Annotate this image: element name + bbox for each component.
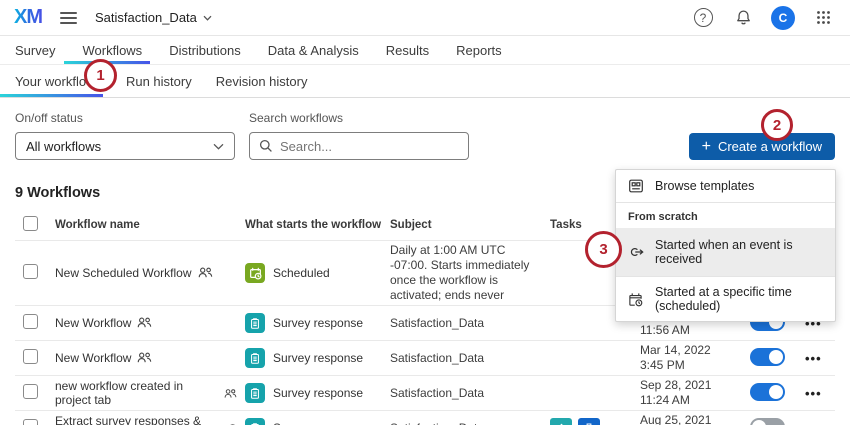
subtab-revision-history[interactable]: Revision history bbox=[216, 74, 308, 89]
chevron-down-icon bbox=[213, 143, 224, 150]
search-box bbox=[249, 132, 469, 160]
hamburger-menu-icon[interactable] bbox=[60, 9, 77, 27]
tab-reports[interactable]: Reports bbox=[456, 36, 502, 64]
subject-cell: Satisfaction_Data bbox=[390, 385, 485, 400]
annotation-step-3: 3 bbox=[585, 231, 622, 268]
workflow-name[interactable]: New Workflow bbox=[55, 316, 131, 330]
workflow-toggle[interactable] bbox=[750, 347, 785, 366]
workflow-name[interactable]: Extract survey responses & upload to SFT… bbox=[55, 414, 222, 425]
create-workflow-button[interactable]: + Create a workflow bbox=[688, 133, 835, 160]
trigger-label: Survey response bbox=[273, 351, 364, 365]
survey-response-trigger-icon bbox=[245, 348, 265, 368]
notifications-bell-icon[interactable] bbox=[730, 5, 756, 31]
survey-response-trigger-icon bbox=[245, 313, 265, 333]
collaborators-icon bbox=[224, 388, 237, 398]
menu-item-scheduled-workflow[interactable]: Started at a specific time (scheduled) bbox=[616, 276, 835, 321]
project-name-dropdown[interactable]: Satisfaction_Data bbox=[95, 10, 212, 25]
create-workflow-menu: Browse templates From scratch Started wh… bbox=[615, 169, 836, 322]
workflows-sub-tabs: Your workflows Run history Revision hist… bbox=[0, 65, 850, 98]
status-filter-select[interactable]: All workflows bbox=[15, 132, 235, 160]
search-label: Search workflows bbox=[249, 111, 344, 125]
survey-response-trigger-icon bbox=[245, 383, 265, 403]
row-menu-button[interactable]: ••• bbox=[805, 421, 822, 425]
row-checkbox[interactable] bbox=[23, 419, 38, 425]
scheduled-trigger-icon bbox=[245, 263, 265, 283]
subject-cell: Daily at 1:00 AM UTC -07:00. Starts imme… bbox=[390, 243, 530, 302]
collaborators-icon bbox=[138, 353, 152, 363]
tab-survey[interactable]: Survey bbox=[15, 36, 55, 64]
active-subtab-underline bbox=[0, 94, 103, 97]
table-row: Extract survey responses & upload to SFT… bbox=[15, 410, 835, 425]
survey-response-trigger-icon bbox=[245, 418, 265, 425]
chevron-down-icon bbox=[203, 15, 212, 21]
col-subject: Subject bbox=[390, 219, 432, 231]
date-cell: Mar 14, 2022 3:45 PM bbox=[640, 343, 711, 372]
date-cell: Sep 28, 2021 11:24 AM bbox=[640, 378, 712, 407]
upload-task-icon[interactable] bbox=[550, 418, 572, 425]
tab-workflows[interactable]: Workflows bbox=[64, 36, 150, 64]
table-row: New Workflow Survey response Satisfactio… bbox=[15, 340, 835, 375]
filter-bar: On/off status All workflows Search workf… bbox=[15, 111, 835, 160]
select-all-checkbox[interactable] bbox=[23, 216, 38, 231]
row-menu-button[interactable]: ••• bbox=[805, 351, 822, 366]
row-checkbox[interactable] bbox=[23, 264, 38, 279]
subject-cell: Satisfaction_Data bbox=[390, 421, 550, 425]
status-filter-label: On/off status bbox=[15, 111, 83, 125]
workflow-name[interactable]: New Workflow bbox=[55, 351, 131, 365]
help-icon[interactable]: ? bbox=[690, 5, 716, 31]
trigger-label: Survey response bbox=[273, 421, 363, 425]
app-switcher-grid-icon[interactable] bbox=[810, 5, 836, 31]
workflow-toggle[interactable] bbox=[750, 417, 785, 425]
annotation-step-2: 2 bbox=[761, 109, 793, 141]
trigger-label: Survey response bbox=[273, 386, 364, 400]
collaborators-icon bbox=[198, 268, 212, 278]
trigger-label: Survey response bbox=[273, 316, 364, 330]
col-trigger: What starts the workflow bbox=[245, 219, 382, 231]
tab-distributions[interactable]: Distributions bbox=[169, 36, 241, 64]
row-checkbox[interactable] bbox=[23, 349, 38, 364]
trigger-label: Scheduled bbox=[273, 266, 330, 280]
xm-logo[interactable]: XM bbox=[14, 6, 43, 29]
subtab-run-history[interactable]: Run history bbox=[126, 74, 192, 89]
workflow-toggle[interactable] bbox=[750, 382, 785, 401]
project-nav-tabs: Survey Workflows Distributions Data & An… bbox=[0, 36, 850, 65]
user-avatar[interactable]: C bbox=[770, 5, 796, 31]
workflow-name[interactable]: New Scheduled Workflow bbox=[55, 266, 192, 280]
date-cell: Aug 25, 2021 12:31 PM bbox=[640, 413, 712, 425]
menu-item-event-workflow[interactable]: Started when an event is received bbox=[616, 228, 835, 276]
event-icon bbox=[628, 246, 646, 258]
row-checkbox[interactable] bbox=[23, 384, 38, 399]
plus-icon: + bbox=[701, 137, 711, 155]
subject-cell: Satisfaction_Data bbox=[390, 350, 485, 365]
schedule-icon bbox=[628, 292, 646, 307]
tab-results[interactable]: Results bbox=[386, 36, 429, 64]
workflow-name[interactable]: new workflow created in project tab bbox=[55, 379, 218, 408]
col-workflow-name: Workflow name bbox=[55, 219, 140, 231]
row-menu-button[interactable]: ••• bbox=[805, 386, 822, 401]
tab-data-analysis[interactable]: Data & Analysis bbox=[268, 36, 359, 64]
menu-section-from-scratch: From scratch bbox=[616, 202, 835, 228]
top-bar: XM Satisfaction_Data ? C bbox=[0, 0, 850, 36]
collaborators-icon bbox=[138, 318, 152, 328]
search-icon bbox=[259, 139, 272, 152]
subject-cell: Satisfaction_Data bbox=[390, 315, 485, 330]
annotation-step-1: 1 bbox=[84, 59, 117, 92]
search-input[interactable] bbox=[280, 138, 459, 154]
templates-icon bbox=[628, 178, 646, 194]
row-checkbox[interactable] bbox=[23, 314, 38, 329]
menu-item-browse-templates[interactable]: Browse templates bbox=[616, 170, 835, 202]
table-row: new workflow created in project tab Surv… bbox=[15, 375, 835, 410]
project-name: Satisfaction_Data bbox=[95, 10, 197, 25]
extract-data-task-icon[interactable] bbox=[578, 418, 600, 425]
info-icon bbox=[229, 423, 236, 425]
